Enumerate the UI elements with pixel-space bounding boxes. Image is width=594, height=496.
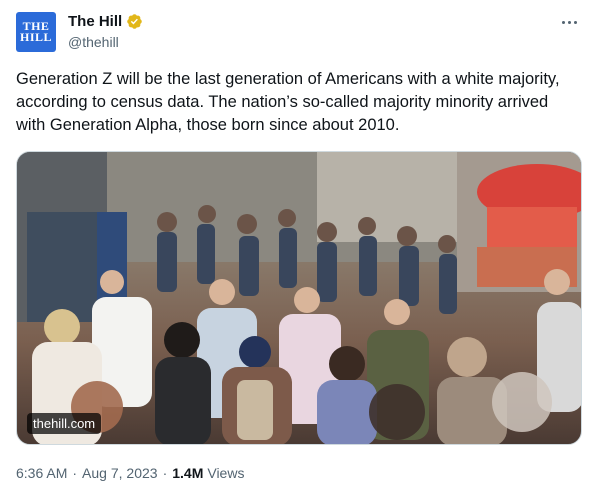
views-label: Views: [207, 465, 245, 481]
author-handle[interactable]: @thehill: [68, 34, 119, 50]
avatar[interactable]: THE HILL: [16, 12, 56, 52]
more-options-button[interactable]: [558, 14, 580, 30]
more-dot-icon: [573, 20, 577, 24]
more-dot-icon: [561, 20, 565, 24]
logo-line-bottom: HILL: [19, 30, 52, 44]
media-watermark: thehill.com: [27, 413, 102, 434]
views-count: 1.4M: [172, 465, 204, 481]
tweet-media-image[interactable]: thehill.com: [16, 151, 582, 445]
author-name-row: The Hill: [68, 13, 143, 30]
meta-separator: ·: [72, 465, 78, 481]
tweet-time[interactable]: 6:36 AM: [16, 465, 67, 481]
crowd-photo-icon: [17, 152, 581, 444]
author-display-name[interactable]: The Hill: [68, 13, 122, 30]
tweet-meta: 6:36 AM · Aug 7, 2023 · 1.4M Views: [16, 465, 244, 481]
tweet-text: Generation Z will be the last generation…: [16, 70, 560, 134]
more-dot-icon: [567, 20, 571, 24]
tweet-card: THE HILL The Hill @thehill Generation Z …: [0, 0, 594, 496]
meta-separator: ·: [162, 465, 168, 481]
verified-badge-icon[interactable]: [126, 13, 143, 30]
tweet-date[interactable]: Aug 7, 2023: [82, 465, 158, 481]
